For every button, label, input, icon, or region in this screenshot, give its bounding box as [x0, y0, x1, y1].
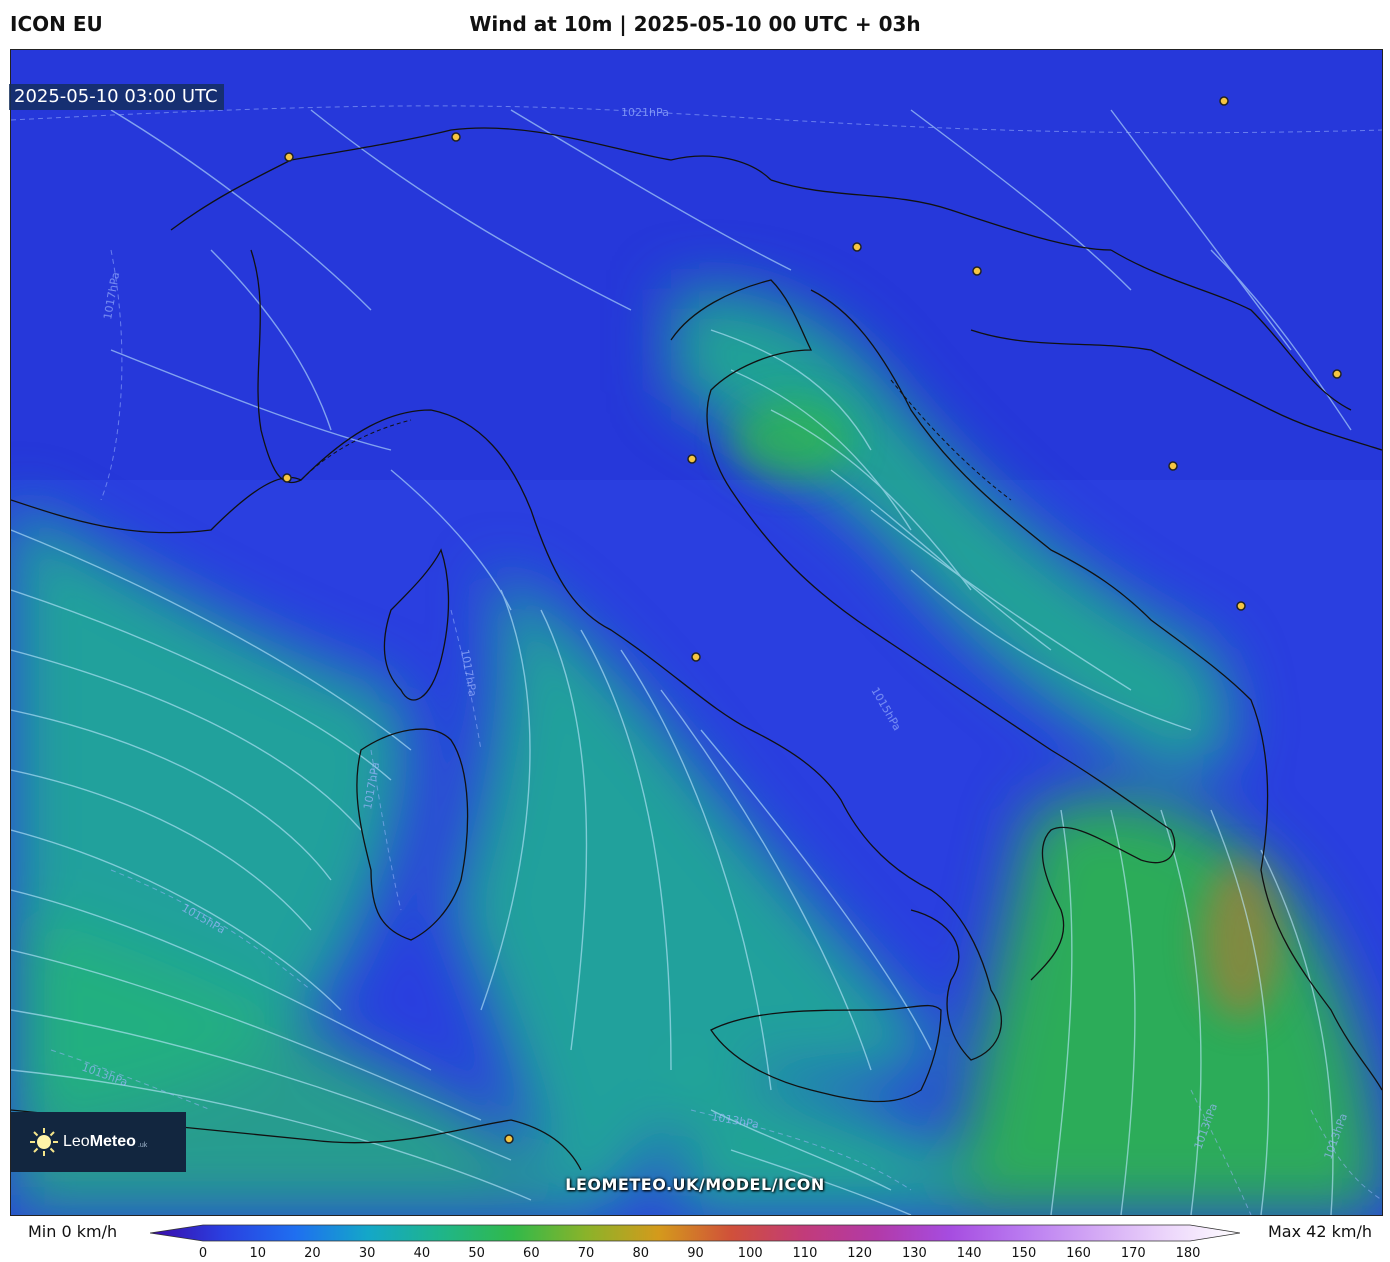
logo-suffix: .uk [137, 1141, 148, 1149]
colorbar-tick-label: 70 [577, 1246, 595, 1261]
chart-title: Wind at 10m | 2025-05-10 00 UTC + 03h [469, 12, 921, 36]
leometeo-logo[interactable]: LeoMeteo .uk [11, 1112, 186, 1172]
legend-min-label: Min 0 km/h [28, 1222, 118, 1241]
colorbar-tick-label: 30 [358, 1246, 376, 1261]
city-marker [504, 1134, 514, 1144]
sun-icon [30, 1128, 58, 1156]
colorbar-tick-label: 80 [632, 1246, 650, 1261]
legend-max-label: Max 42 km/h [1268, 1222, 1372, 1241]
logo-name-light: Leo [63, 1133, 90, 1150]
city-marker [972, 266, 982, 276]
colorbar-tick-label: 110 [792, 1246, 818, 1261]
colorbar-tick-label: 10 [249, 1246, 266, 1261]
logo-name-bold: Meteo [89, 1133, 136, 1150]
city-marker [282, 473, 292, 483]
logo-wordmark: LeoMeteo [63, 1133, 136, 1151]
city-marker [1219, 96, 1229, 106]
city-marker [691, 652, 701, 662]
wind-speed-colorbar [150, 1224, 1240, 1242]
valid-time-label: 2025-05-10 03:00 UTC [9, 84, 224, 110]
colorbar-body [150, 1224, 1240, 1242]
colorbar-tick-label: 170 [1120, 1246, 1146, 1261]
north-adriatic-jet [731, 400, 851, 480]
city-marker [1332, 369, 1342, 379]
city-marker [1236, 601, 1246, 611]
colorbar-tick-label: 90 [687, 1246, 704, 1261]
city-marker [687, 454, 697, 464]
city-marker [451, 132, 461, 142]
colorbar-tick-label: 100 [737, 1246, 763, 1261]
colorbar-tick-label: 120 [847, 1246, 873, 1261]
colorbar-tick-label: 130 [901, 1246, 927, 1261]
isobar-label: 1021hPa [621, 106, 669, 119]
peak-wind-area [1201, 860, 1281, 1020]
colorbar-tick-label: 60 [523, 1246, 540, 1261]
source-watermark: LEOMETEO.UK/MODEL/ICON [565, 1175, 825, 1194]
colorbar-tick-label: 180 [1175, 1246, 1201, 1261]
colorbar-tick-label: 50 [468, 1246, 485, 1261]
colorbar-tick-label: 160 [1066, 1246, 1091, 1261]
city-marker [852, 242, 862, 252]
colorbar-tick-label: 40 [413, 1246, 431, 1261]
city-marker [1168, 461, 1178, 471]
wind-map[interactable]: 1021hPa 1017hPa 1017hPa 1017hPa 1015hPa … [10, 49, 1383, 1216]
colorbar-tick-label: 20 [304, 1246, 321, 1261]
city-marker [284, 152, 294, 162]
colorbar-tick-label: 0 [198, 1246, 208, 1261]
colorbar-tick-label: 140 [956, 1246, 982, 1261]
colorbar-tick-label: 150 [1011, 1246, 1037, 1261]
